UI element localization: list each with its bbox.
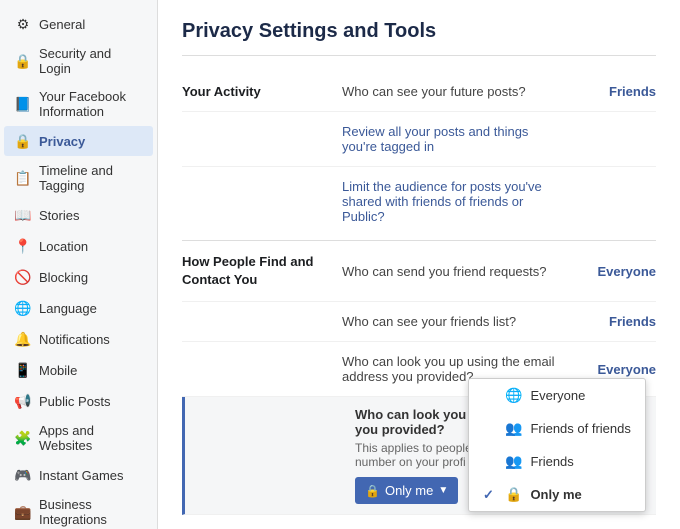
main-content: Privacy Settings and Tools Your Activity… [158,0,680,529]
future-posts-value[interactable]: Friends [556,84,656,99]
sidebar-label-public-posts: Public Posts [39,394,111,409]
apps-icon: 🧩 [14,429,32,447]
check-mark-only-me: ✓ [483,487,497,503]
sidebar-label-stories: Stories [39,208,79,223]
friend-requests-question: Who can send you friend requests? [342,264,556,279]
sidebar-item-general[interactable]: ⚙ General [4,9,153,39]
friends-list-row: Who can see your friends list? Friends [182,302,656,342]
sidebar-label-business: Business Integrations [39,497,143,527]
only-me-icon: 🔒 [505,486,522,503]
sidebar-label-instant-games: Instant Games [39,468,124,483]
sidebar-item-timeline[interactable]: 📋 Timeline and Tagging [4,157,153,199]
language-icon: 🌐 [14,299,32,317]
check-mark-friends [483,454,497,469]
sidebar-item-notifications[interactable]: 🔔 Notifications [4,324,153,354]
sidebar-item-instant-games[interactable]: 🎮 Instant Games [4,460,153,490]
dropdown-option-fof-label: Friends of friends [530,421,630,436]
friend-requests-row: How People Find and Contact You Who can … [182,241,656,302]
dropdown-option-only-me-label: Only me [530,487,581,502]
sidebar-item-language[interactable]: 🌐 Language [4,293,153,323]
privacy-icon: 🔒 [14,132,32,150]
your-activity-section: Your Activity Who can see your future po… [182,72,656,241]
sidebar-item-privacy[interactable]: 🔒 Privacy [4,126,153,156]
location-icon: 📍 [14,237,32,255]
future-posts-question: Who can see your future posts? [342,84,556,99]
friend-requests-value[interactable]: Everyone [556,264,656,279]
sidebar-item-facebook-info[interactable]: 📘 Your Facebook Information [4,83,153,125]
search-engines-row: Do you want search engines outside of Fa… [182,523,656,529]
dropdown-option-everyone[interactable]: 🌐 Everyone [469,379,645,412]
dropdown-option-friends-of-friends[interactable]: 👥 Friends of friends [469,412,645,445]
page-title: Privacy Settings and Tools [182,20,656,56]
check-mark-fof [483,421,497,436]
blocking-icon: 🚫 [14,268,32,286]
instant-games-icon: 🎮 [14,466,32,484]
sidebar-item-business[interactable]: 💼 Business Integrations [4,491,153,529]
dropdown-option-everyone-label: Everyone [530,388,585,403]
dropdown-option-only-me[interactable]: ✓ 🔒 Only me [469,478,645,511]
sidebar-item-mobile[interactable]: 📱 Mobile [4,355,153,385]
friends-list-question: Who can see your friends list? [342,314,556,329]
everyone-icon: 🌐 [505,387,522,404]
general-icon: ⚙ [14,15,32,33]
find-contact-label: How People Find and Contact You [182,253,342,289]
fof-icon: 👥 [505,420,522,437]
your-activity-row: Your Activity Who can see your future po… [182,72,656,112]
review-posts-question[interactable]: Review all your posts and things you're … [342,124,556,154]
sidebar-label-security: Security and Login [39,46,143,76]
check-mark-everyone [483,388,497,403]
sidebar: ⚙ General 🔒 Security and Login 📘 Your Fa… [0,0,158,529]
sidebar-label-blocking: Blocking [39,270,88,285]
sidebar-item-apps[interactable]: 🧩 Apps and Websites [4,417,153,459]
phone-lookup-dropdown-button[interactable]: 🔒 Only me ▼ [355,477,458,504]
timeline-icon: 📋 [14,169,32,187]
business-icon: 💼 [14,503,32,521]
facebook-icon: 📘 [14,95,32,113]
friends-list-value[interactable]: Friends [556,314,656,329]
stories-icon: 📖 [14,206,32,224]
sidebar-label-notifications: Notifications [39,332,110,347]
caret-icon: ▼ [438,485,448,496]
sidebar-label-apps: Apps and Websites [39,423,143,453]
public-posts-icon: 📢 [14,392,32,410]
friends-icon: 👥 [505,453,522,470]
sidebar-label-timeline: Timeline and Tagging [39,163,143,193]
sidebar-item-blocking[interactable]: 🚫 Blocking [4,262,153,292]
security-icon: 🔒 [14,52,32,70]
sidebar-item-location[interactable]: 📍 Location [4,231,153,261]
sidebar-label-location: Location [39,239,88,254]
sidebar-item-public-posts[interactable]: 📢 Public Posts [4,386,153,416]
your-activity-label: Your Activity [182,84,342,99]
dropdown-option-friends-label: Friends [530,454,573,469]
sidebar-label-mobile: Mobile [39,363,77,378]
dropdown-option-friends[interactable]: 👥 Friends [469,445,645,478]
email-lookup-value[interactable]: Everyone [556,362,656,377]
sidebar-item-security[interactable]: 🔒 Security and Login [4,40,153,82]
sidebar-item-stories[interactable]: 📖 Stories [4,200,153,230]
sidebar-label-privacy: Privacy [39,134,85,149]
lock-icon: 🔒 [365,484,380,498]
limit-audience-row: Limit the audience for posts you've shar… [182,167,656,236]
mobile-icon: 📱 [14,361,32,379]
review-posts-row: Review all your posts and things you're … [182,112,656,167]
phone-lookup-dropdown-menu: 🌐 Everyone 👥 Friends of friends 👥 Friend… [468,378,646,512]
sidebar-label-language: Language [39,301,97,316]
sidebar-label-general: General [39,17,85,32]
limit-audience-question[interactable]: Limit the audience for posts you've shar… [342,179,556,224]
sidebar-label-facebook-info: Your Facebook Information [39,89,143,119]
notifications-icon: 🔔 [14,330,32,348]
dropdown-label: Only me [385,483,433,498]
